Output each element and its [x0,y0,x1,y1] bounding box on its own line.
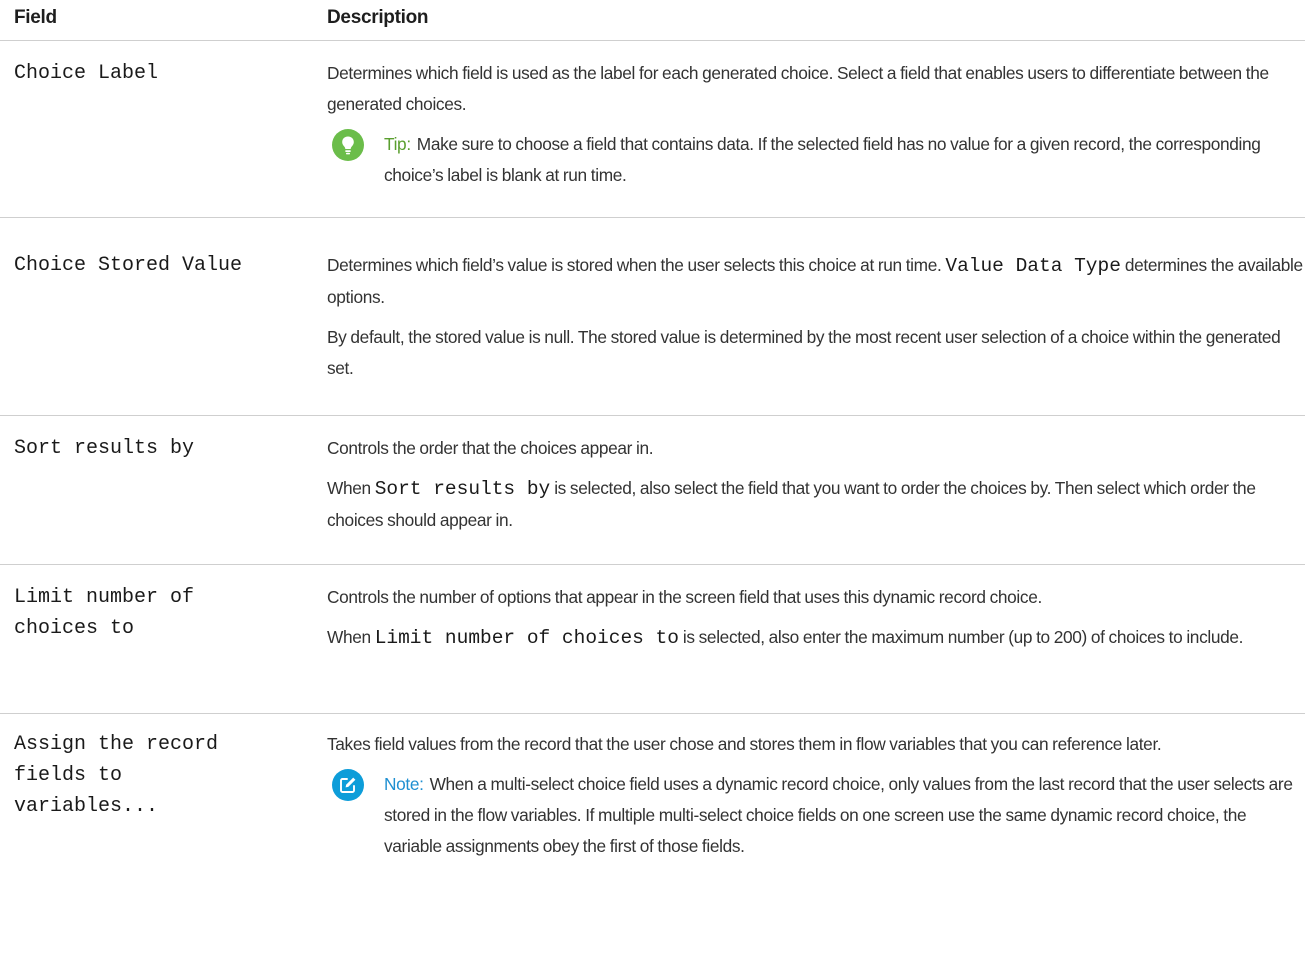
edit-note-icon [332,769,364,801]
field-name: Assign the record fields to variables... [14,733,219,818]
note-text: When a multi-select choice field uses a … [384,774,1293,856]
description-paragraph: When Limit number of choices to is selec… [327,627,1244,649]
header-field: Field [14,7,57,28]
lightbulb-icon [332,129,364,161]
description-paragraph: Controls the order that the choices appe… [327,438,654,458]
field-description: Controls the order that the choices appe… [327,433,1305,536]
table-row-assign-record-fields: Assign the record fields to variables...… [0,714,1305,970]
field-description-table: Field Description Choice Label Determine… [0,0,1305,970]
field-name: Limit number of choices to [14,586,195,640]
field-name: Sort results by [14,437,195,460]
table-row-limit-number: Limit number of choices to Controls the … [0,565,1305,714]
tip-label: Tip: [384,134,411,154]
field-description: Controls the number of options that appe… [327,582,1305,654]
field-description: Determines which field’s value is stored… [327,250,1305,384]
table-row-choice-label: Choice Label Determines which field is u… [0,41,1305,218]
inline-code: Value Data Type [945,255,1121,277]
field-description: Takes field values from the record that … [327,729,1305,862]
inline-code: Limit number of choices to [374,627,679,649]
note-label: Note: [384,774,424,794]
table-row-choice-stored-value: Choice Stored Value Determines which fie… [0,218,1305,416]
description-paragraph: Controls the number of options that appe… [327,587,1042,607]
note-callout: Note: When a multi-select choice field us… [327,769,1305,862]
tip-text: Make sure to choose a field that contain… [384,134,1261,185]
description-paragraph: Takes field values from the record that … [327,734,1162,754]
table-row-sort-results-by: Sort results by Controls the order that … [0,416,1305,565]
description-paragraph: Determines which field is used as the la… [327,63,1269,114]
description-paragraph: Determines which field’s value is stored… [327,255,1303,307]
description-paragraph: When Sort results by is selected, also s… [327,478,1256,530]
description-paragraph: By default, the stored value is null. Th… [327,327,1281,378]
inline-code: Sort results by [374,478,551,500]
table-header: Field Description [0,0,1305,41]
header-description: Description [327,7,429,28]
field-name: Choice Label [14,62,159,85]
field-name: Choice Stored Value [14,254,243,277]
field-description: Determines which field is used as the la… [327,58,1305,191]
tip-callout: Tip: Make sure to choose a field that con… [327,129,1305,191]
